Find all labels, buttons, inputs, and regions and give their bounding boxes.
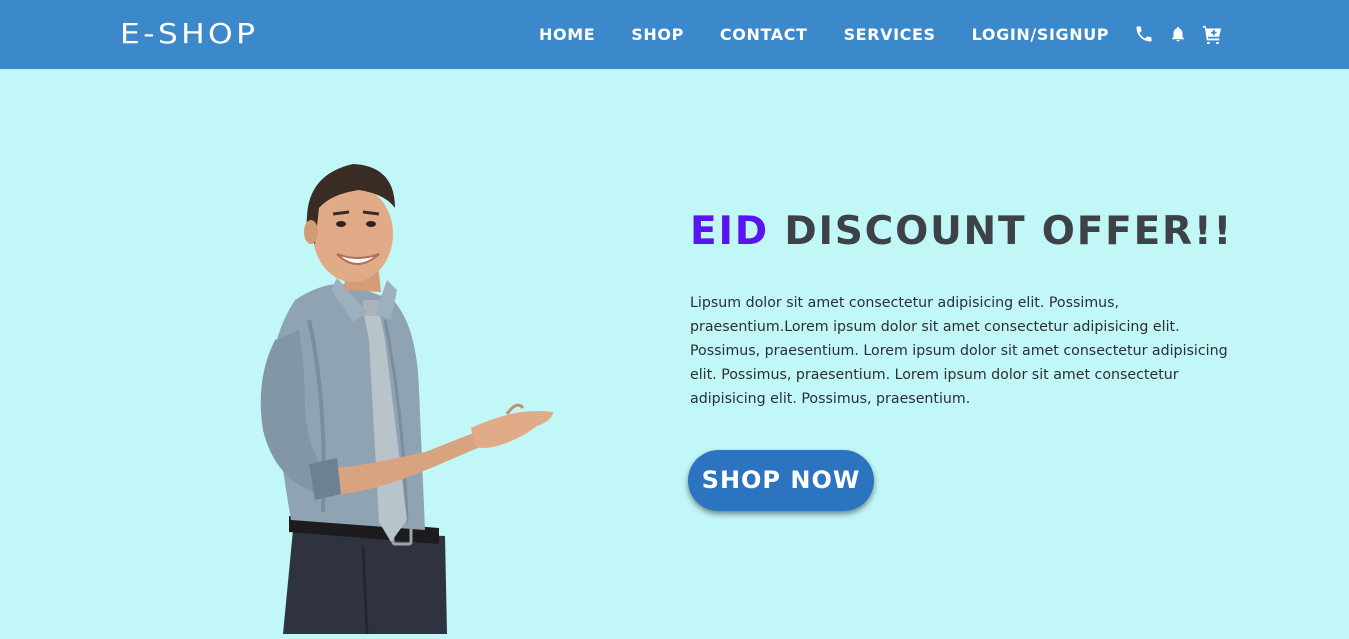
headline-accent: EID	[690, 209, 769, 254]
main-nav: HOME SHOP CONTACT SERVICES LOGIN/SIGNUP	[521, 0, 1127, 69]
top-navbar: E-SHOP HOME SHOP CONTACT SERVICES LOGIN/…	[0, 0, 1349, 69]
shop-now-button[interactable]: SHOP NOW	[688, 450, 874, 511]
nav-icon-group	[1133, 22, 1223, 46]
nav-home-link[interactable]: HOME	[521, 25, 613, 44]
nav-shop-link[interactable]: SHOP	[613, 25, 702, 44]
nav-contact-link[interactable]: CONTACT	[702, 25, 826, 44]
bell-icon[interactable]	[1167, 23, 1189, 45]
nav-login-signup-link[interactable]: LOGIN/SIGNUP	[954, 25, 1127, 44]
offer-headline: EID DISCOUNT OFFER!!	[690, 208, 1233, 256]
phone-icon[interactable]	[1133, 23, 1155, 45]
offer-description: Lipsum dolor sit amet consectetur adipis…	[690, 295, 1228, 407]
nav-services-link[interactable]: SERVICES	[826, 25, 954, 44]
headline-rest: DISCOUNT OFFER!!	[768, 209, 1234, 254]
brand-logo[interactable]: E-SHOP	[120, 17, 258, 51]
hero-model-image	[235, 150, 575, 635]
cart-icon[interactable]	[1201, 23, 1223, 45]
